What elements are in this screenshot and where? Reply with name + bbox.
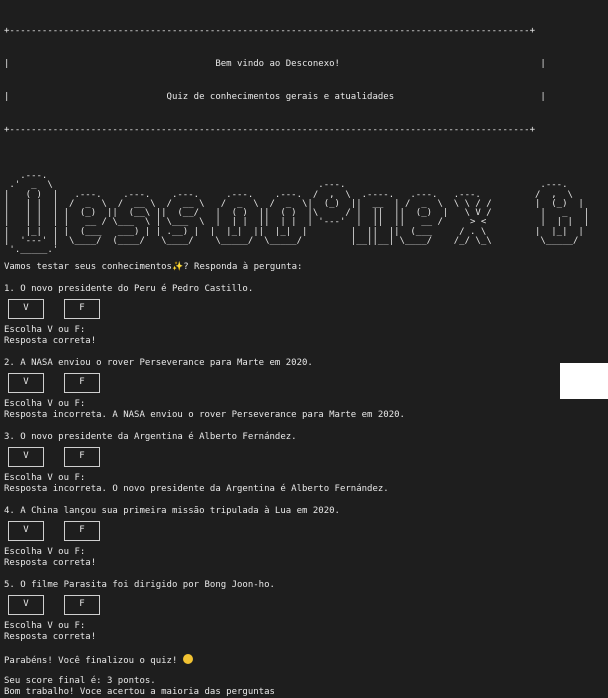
answer-result-2: Resposta incorreta. A NASA enviou o rove… xyxy=(4,409,405,420)
ascii-logo-line: '._____.' xyxy=(4,245,590,256)
true-button[interactable]: V xyxy=(8,446,44,467)
banner-top-border: +---------------------------------------… xyxy=(4,26,536,36)
choice-prompt: Escolha V ou F: xyxy=(4,472,86,483)
banner-title: | Bem vindo ao Desconexo! | xyxy=(4,59,546,69)
false-button[interactable]: F xyxy=(64,594,100,615)
final-score: Seu score final é: 3 pontos. xyxy=(4,675,156,686)
answer-result-1: Resposta correta! xyxy=(4,335,97,346)
question-4: 4. A China lançou sua primeira missão tr… xyxy=(4,505,340,516)
intro-text: Vamos testar seus conhecimentos✨? Respon… xyxy=(4,261,303,272)
finish-message: Parabéns! Você finalizou o quiz! xyxy=(4,653,608,666)
welcome-banner: +---------------------------------------… xyxy=(4,4,608,158)
final-verdict: Bom trabalho! Voce acertou a maioria das… xyxy=(4,686,275,697)
smiling-face-icon xyxy=(182,653,193,664)
overlay-box xyxy=(560,363,608,399)
terminal-output: +---------------------------------------… xyxy=(0,0,608,698)
question-3: 3. O novo presidente da Argentina é Albe… xyxy=(4,431,297,442)
choice-prompt: Escolha V ou F: xyxy=(4,398,86,409)
true-button[interactable]: V xyxy=(8,298,44,319)
question-5: 5. O filme Parasita foi dirigido por Bon… xyxy=(4,579,275,590)
false-button[interactable]: F xyxy=(64,520,100,541)
answer-result-3: Resposta incorreta. O novo presidente da… xyxy=(4,483,389,494)
answer-buttons-3: V F xyxy=(8,446,608,467)
choice-prompt: Escolha V ou F: xyxy=(4,324,86,335)
answer-buttons-5: V F xyxy=(8,594,608,615)
answer-buttons-2: V F xyxy=(8,372,608,393)
answer-result-5: Resposta correta! xyxy=(4,631,97,642)
ascii-logo: .---. .' _ \ .---. .---. | () | .---. .… xyxy=(4,171,608,256)
sparkles-icon: ✨ xyxy=(171,261,184,272)
false-button[interactable]: F xyxy=(64,298,100,319)
question-1: 1. O novo presidente do Peru é Pedro Cas… xyxy=(4,283,254,294)
answer-buttons-1: V F xyxy=(8,298,608,319)
false-button[interactable]: F xyxy=(64,446,100,467)
true-button[interactable]: V xyxy=(8,594,44,615)
false-button[interactable]: F xyxy=(64,372,100,393)
choice-prompt: Escolha V ou F: xyxy=(4,620,86,631)
true-button[interactable]: V xyxy=(8,520,44,541)
answer-buttons-4: V F xyxy=(8,520,608,541)
banner-bottom-border: +---------------------------------------… xyxy=(4,125,536,135)
banner-subtitle: | Quiz de conhecimentos gerais e atualid… xyxy=(4,92,546,102)
answer-result-4: Resposta correta! xyxy=(4,557,97,568)
true-button[interactable]: V xyxy=(8,372,44,393)
choice-prompt: Escolha V ou F: xyxy=(4,546,86,557)
question-2: 2. A NASA enviou o rover Perseverance pa… xyxy=(4,357,313,368)
